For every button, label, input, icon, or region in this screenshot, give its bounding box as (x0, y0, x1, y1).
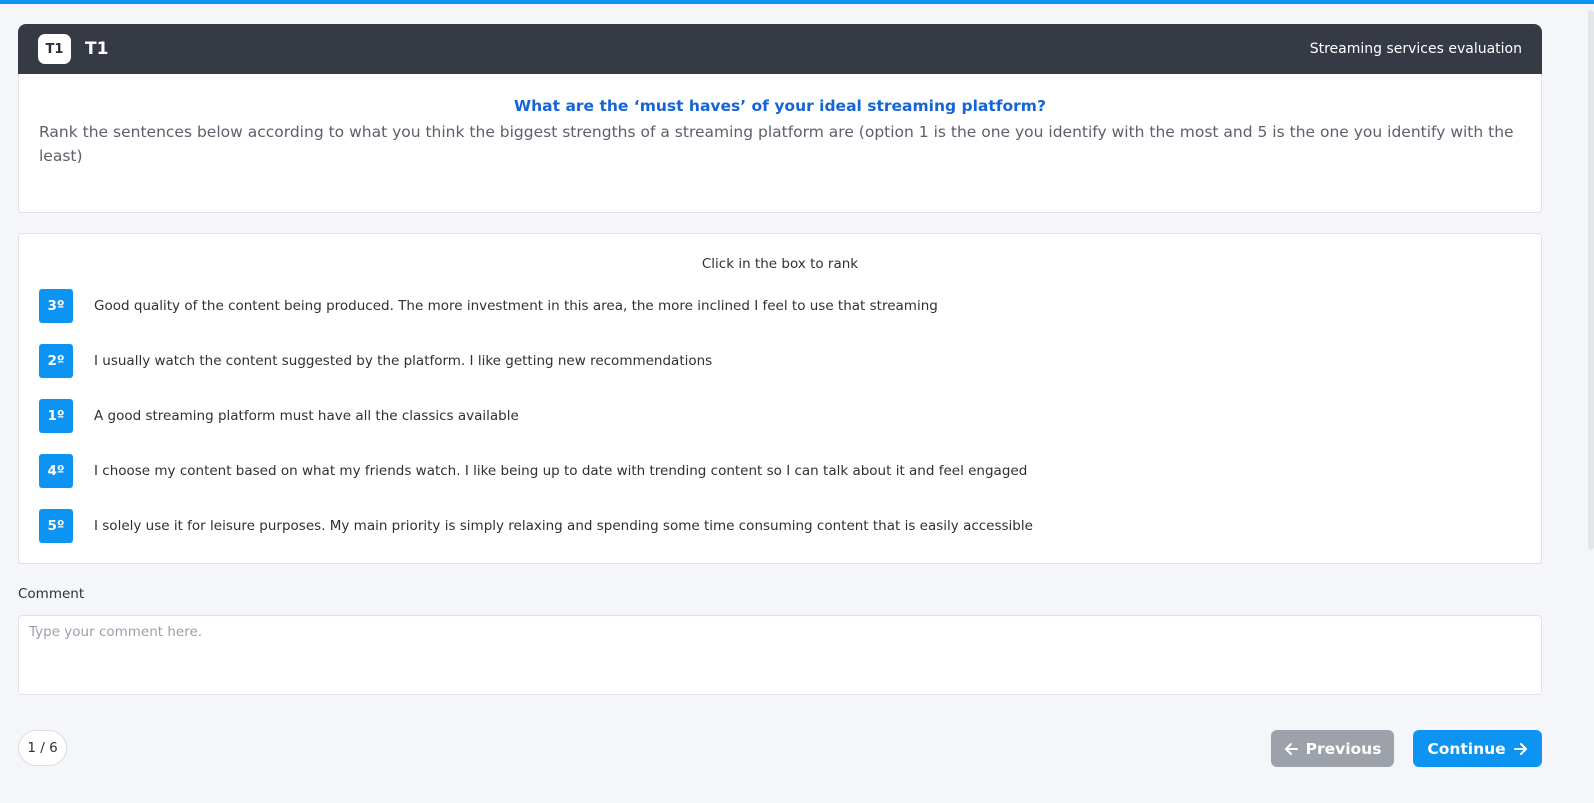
comment-label: Comment (18, 586, 85, 602)
rank-box[interactable]: 3º (39, 289, 73, 323)
rank-item-text: Good quality of the content being produc… (94, 298, 938, 314)
rank-item-text: A good streaming platform must have all … (94, 408, 519, 424)
rank-item: 4º I choose my content based on what my … (39, 454, 1027, 488)
header-title: T1 (85, 39, 109, 59)
previous-label: Previous (1305, 739, 1382, 758)
survey-header: T1 T1 Streaming services evaluation (18, 24, 1542, 74)
logo-badge: T1 (38, 34, 71, 64)
scrollbar[interactable] (1568, 4, 1594, 803)
continue-label: Continue (1427, 739, 1506, 758)
rank-item: 3º Good quality of the content being pro… (39, 289, 938, 323)
scrollbar-thumb[interactable] (1588, 10, 1594, 550)
ranking-card: Click in the box to rank 3º Good quality… (18, 233, 1542, 564)
rank-box[interactable]: 4º (39, 454, 73, 488)
rank-box[interactable]: 5º (39, 509, 73, 543)
rank-item-text: I solely use it for leisure purposes. My… (94, 518, 1033, 534)
rank-item-text: I usually watch the content suggested by… (94, 353, 713, 369)
rank-item: 2º I usually watch the content suggested… (39, 344, 712, 378)
rank-item: 5º I solely use it for leisure purposes.… (39, 509, 1033, 543)
question-card: What are the ‘must haves’ of your ideal … (18, 74, 1542, 213)
previous-button[interactable]: Previous (1271, 730, 1394, 767)
continue-button[interactable]: Continue (1413, 730, 1542, 767)
survey-name: Streaming services evaluation (1309, 41, 1522, 57)
rank-item: 1º A good streaming platform must have a… (39, 399, 519, 433)
question-title: What are the ‘must haves’ of your ideal … (514, 97, 1046, 115)
ranking-hint: Click in the box to rank (701, 256, 859, 272)
top-accent-bar (0, 0, 1594, 4)
page-indicator: 1 / 6 (18, 730, 67, 766)
arrow-left-icon (1284, 742, 1298, 755)
rank-item-text: I choose my content based on what my fri… (94, 463, 1028, 479)
question-description: Rank the sentences below according to wh… (39, 123, 1514, 165)
arrow-right-icon (1513, 742, 1527, 755)
rank-box[interactable]: 2º (39, 344, 73, 378)
comment-input[interactable] (18, 615, 1542, 695)
rank-box[interactable]: 1º (39, 399, 73, 433)
